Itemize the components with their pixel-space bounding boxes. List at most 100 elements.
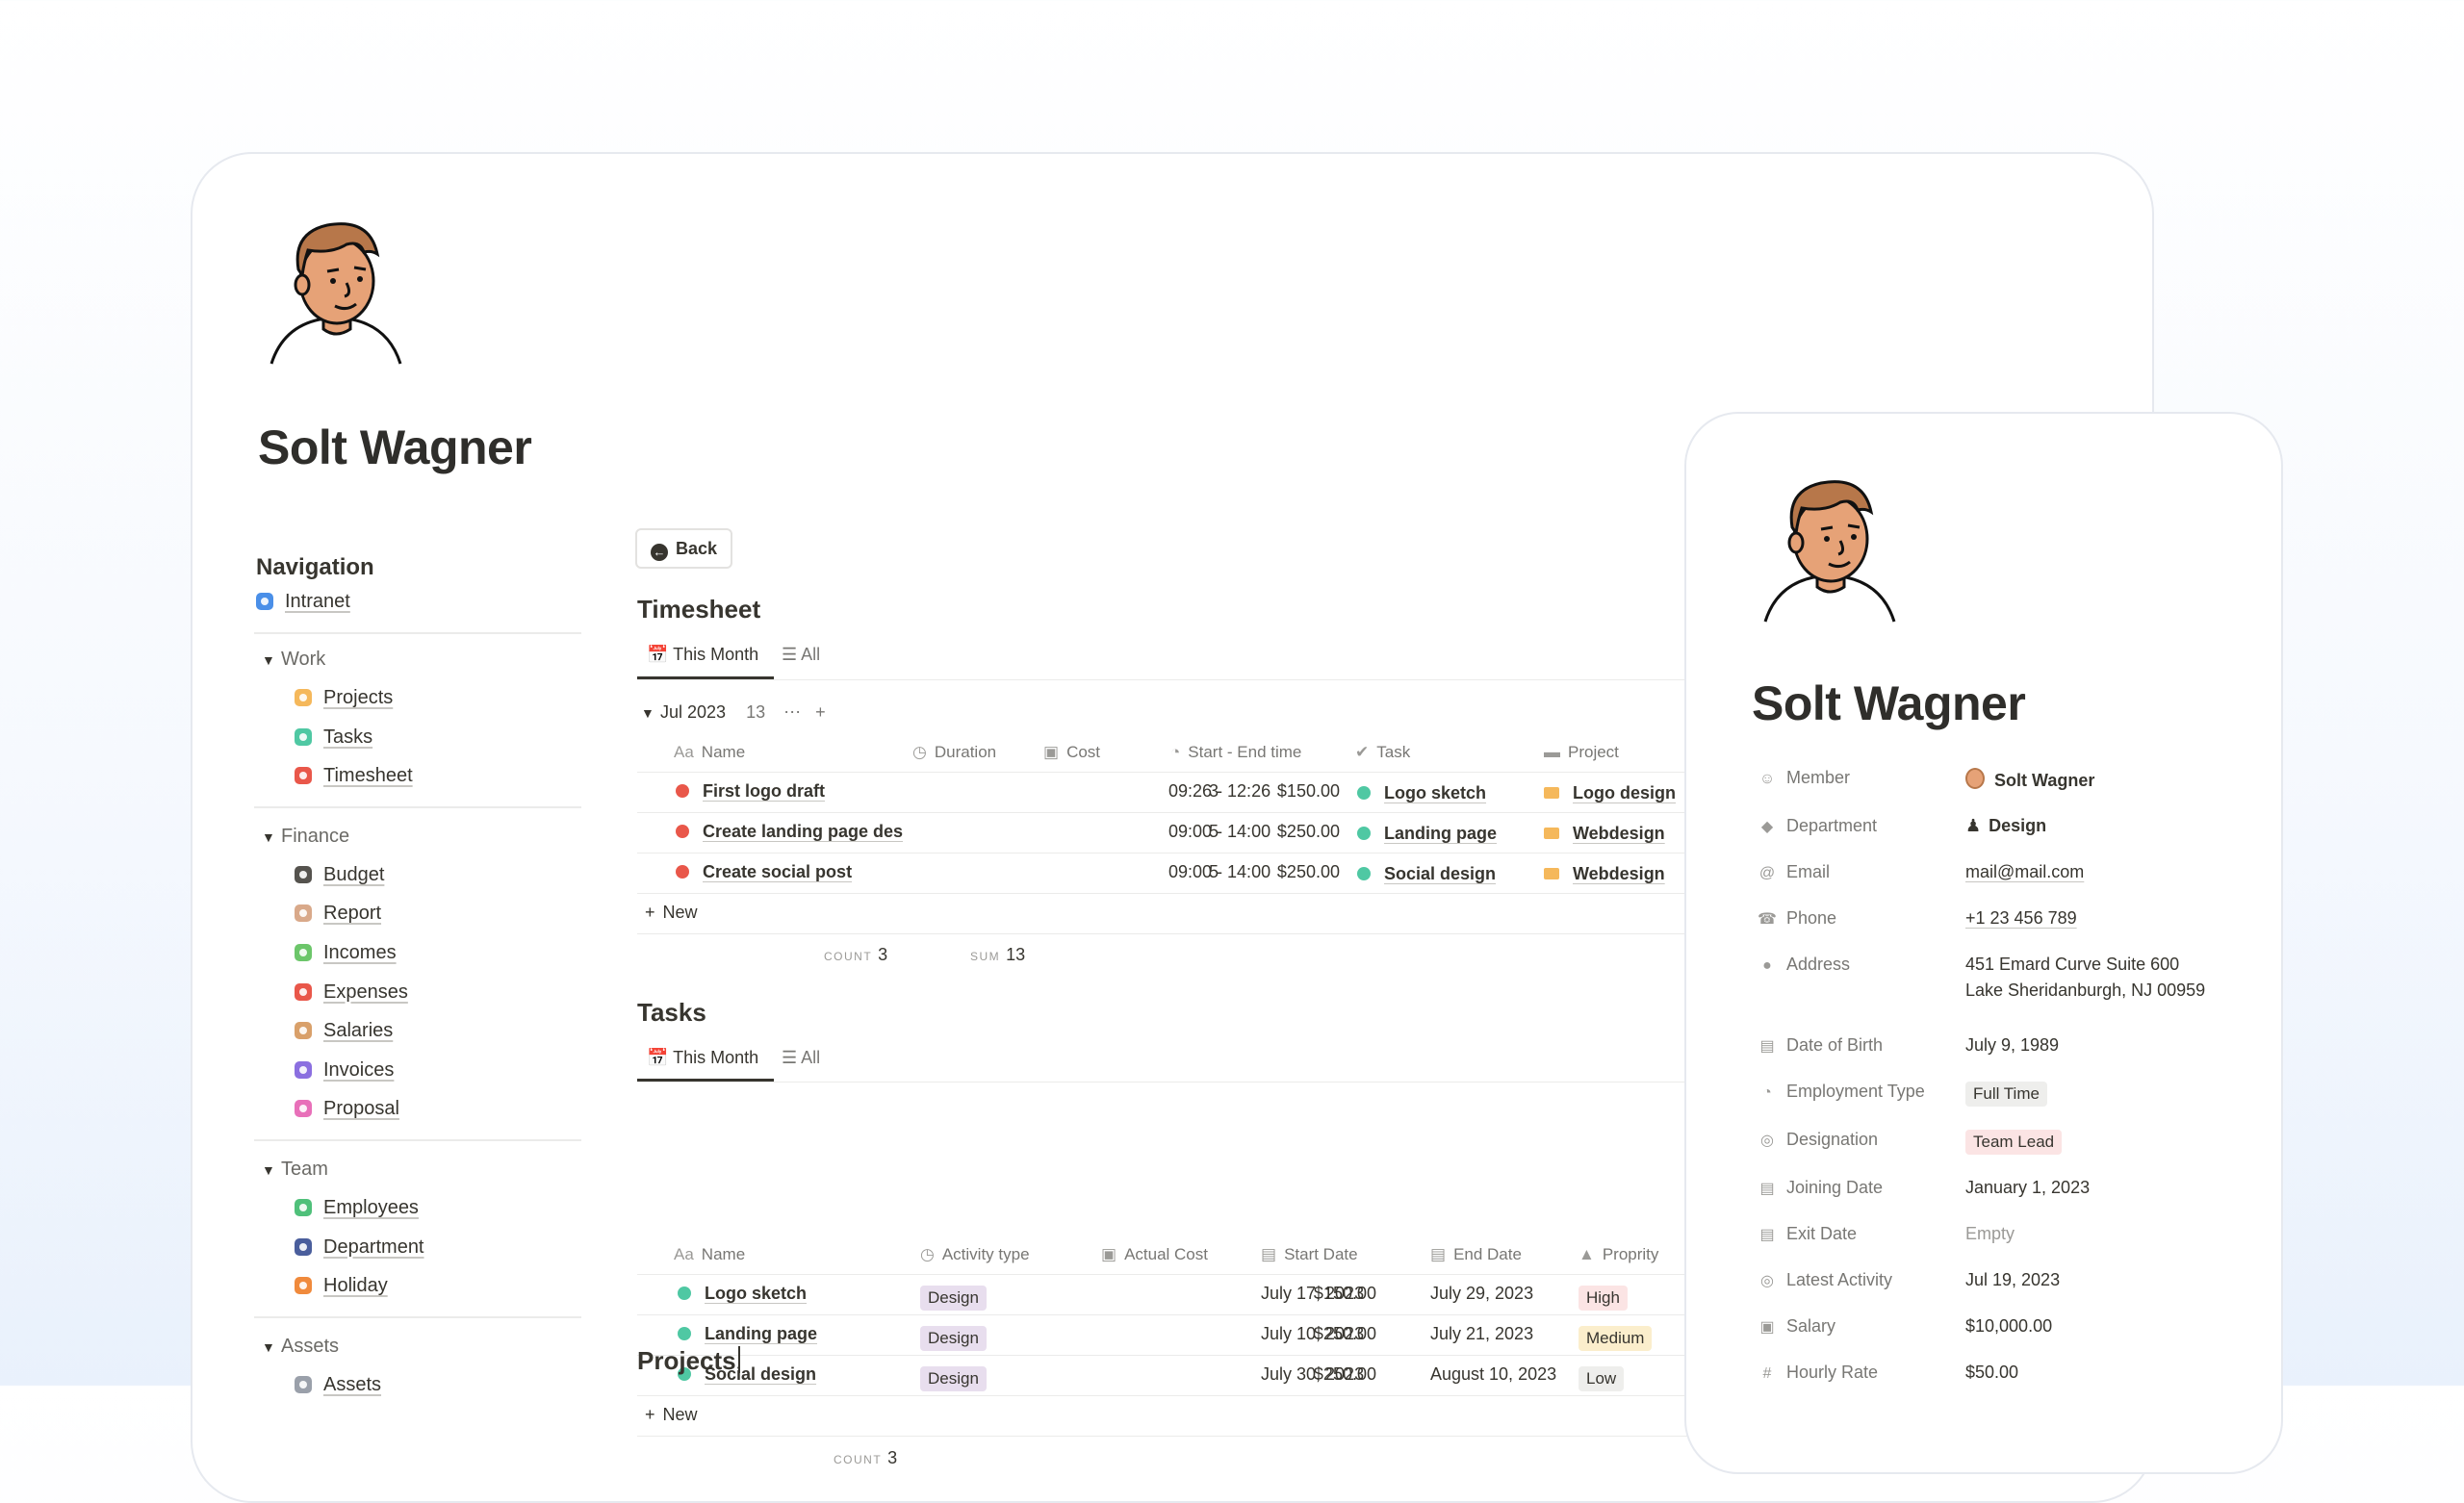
avatar-icon — [1965, 768, 1985, 789]
timesheet-group-toggle[interactable]: ▼ Jul 2023 13 ⋯ + — [641, 702, 826, 723]
tasks-tab-all[interactable]: ☰ All — [782, 1048, 820, 1068]
nav-group-assets[interactable]: ▼ Assets — [262, 1336, 339, 1358]
prop-label: ◔ Employment Type — [1758, 1082, 1925, 1102]
prop-value[interactable]: +1 23 456 789 — [1965, 908, 2077, 929]
nav-item-timesheet[interactable]: Timesheet — [295, 765, 413, 787]
timesheet-icon — [676, 784, 689, 798]
add-icon[interactable]: + — [815, 702, 826, 722]
nav-item-employees[interactable]: Employees — [295, 1197, 419, 1219]
page-title: Solt Wagner — [258, 420, 532, 474]
member-icon: ☺ — [1758, 771, 1776, 787]
timesheet-new-button[interactable]: + New — [645, 903, 698, 923]
tasks-col-3[interactable]: ▤ Start Date — [1261, 1245, 1358, 1264]
prop-label: ▣ Salary — [1758, 1316, 1835, 1337]
prop-value[interactable]: $10,000.00 — [1965, 1316, 2052, 1337]
tasks-row-name[interactable]: Logo sketch — [678, 1284, 807, 1304]
prop-value[interactable]: Full Time — [1965, 1082, 2047, 1107]
tasks-col-5[interactable]: ▲ Proprity — [1578, 1245, 1658, 1264]
nav-group-team[interactable]: ▼ Team — [262, 1159, 328, 1181]
tasks-col-0[interactable]: Aa Name — [674, 1245, 745, 1264]
tasks-count: COUNT 3 — [834, 1448, 898, 1467]
hash-icon: # — [1762, 1365, 1772, 1382]
nav-intranet-link[interactable]: Intranet — [256, 591, 350, 613]
page-icon — [295, 1100, 312, 1118]
nav-item-budget[interactable]: Budget — [295, 864, 384, 886]
tasks-col-4[interactable]: ▤ End Date — [1430, 1245, 1522, 1264]
time-icon: ◔ — [1170, 743, 1181, 761]
tasks-row-start: July 10, 2023 — [1261, 1324, 1365, 1343]
nav-item-proposal[interactable]: Proposal — [295, 1098, 399, 1120]
prop-value[interactable]: 451 Emard Curve Suite 600 Lake Sheridanbu… — [1965, 955, 2205, 1001]
nav-item-salaries[interactable]: Salaries — [295, 1020, 393, 1042]
prop-label: ☺ Member — [1758, 768, 1851, 787]
timesheet-icon — [676, 825, 689, 838]
nav-item-incomes[interactable]: Incomes — [295, 942, 397, 964]
more-icon[interactable]: ⋯ — [783, 702, 801, 722]
timesheet-col-3[interactable]: ◔ Start - End time — [1170, 743, 1301, 762]
prop-value[interactable]: ♟ Design — [1965, 816, 2046, 836]
nav-item-expenses[interactable]: Expenses — [295, 981, 408, 1004]
timesheet-row-task[interactable]: Logo sketch — [1357, 783, 1486, 803]
timesheet-heading: Timesheet — [637, 595, 761, 624]
page-icon — [295, 865, 312, 883]
nav-item-projects[interactable]: Projects — [295, 687, 393, 709]
prop-value[interactable]: Team Lead — [1965, 1130, 2063, 1155]
timesheet-tab-this-month[interactable]: 📅 This Month — [647, 645, 758, 665]
back-button[interactable]: ← Back — [635, 528, 733, 569]
tasks-row-name[interactable]: Landing page — [678, 1324, 817, 1344]
tasks-tab-this-month[interactable]: 📅 This Month — [647, 1048, 758, 1068]
page-icon — [295, 1375, 312, 1393]
designation-icon: ◎ — [1760, 1133, 1774, 1149]
page-icon — [295, 982, 312, 1001]
timesheet-col-5[interactable]: ▬ Project — [1544, 743, 1619, 762]
timesheet-tab-all[interactable]: ☰ All — [782, 645, 820, 665]
activity-icon: ◎ — [1760, 1273, 1774, 1289]
prop-value[interactable]: July 9, 1989 — [1965, 1035, 2059, 1056]
prop-value[interactable]: Solt Wagner — [1965, 768, 2094, 791]
tasks-col-2[interactable]: ▣ Actual Cost — [1101, 1245, 1208, 1264]
tasks-new-button[interactable]: + New — [645, 1405, 698, 1425]
nav-item-holiday[interactable]: Holiday — [295, 1275, 388, 1297]
prop-label: ▤ Exit Date — [1758, 1224, 1857, 1244]
timesheet-row-task[interactable]: Social design — [1357, 864, 1496, 884]
nav-item-assets[interactable]: Assets — [295, 1374, 381, 1396]
tasks-col-1[interactable]: ◷ Activity type — [920, 1245, 1030, 1264]
prop-value[interactable]: Jul 19, 2023 — [1965, 1270, 2060, 1290]
profile-title: Solt Wagner — [1752, 676, 2026, 730]
cost-icon: ▣ — [1101, 1245, 1117, 1263]
timesheet-row-name[interactable]: Create social post — [676, 862, 852, 882]
timesheet-col-1[interactable]: ◷ Duration — [912, 743, 996, 762]
timesheet-col-0[interactable]: Aa Name — [674, 743, 745, 762]
task-icon — [1357, 867, 1371, 880]
nav-group-finance[interactable]: ▼ Finance — [262, 826, 349, 848]
prop-value[interactable]: $50.00 — [1965, 1363, 2018, 1383]
timesheet-row-project[interactable]: Webdesign — [1544, 864, 1665, 884]
nav-group-work[interactable]: ▼ Work — [262, 649, 325, 671]
timesheet-row-name[interactable]: First logo draft — [676, 781, 825, 802]
prop-value[interactable]: Empty — [1965, 1224, 2015, 1244]
timesheet-row-task[interactable]: Landing page — [1357, 824, 1497, 844]
nav-item-tasks[interactable]: Tasks — [295, 726, 372, 749]
nav-item-department[interactable]: Department — [295, 1236, 424, 1259]
nav-item-invoices[interactable]: Invoices — [295, 1059, 394, 1082]
page-icon — [295, 1277, 312, 1295]
timesheet-col-2[interactable]: ▣ Cost — [1043, 743, 1100, 762]
timesheet-row-name[interactable]: Create landing page des — [676, 822, 903, 842]
timesheet-row-project[interactable]: Webdesign — [1544, 824, 1665, 844]
money-icon: ▣ — [1759, 1319, 1775, 1336]
person-icon: ♟ — [1965, 816, 1982, 835]
cost-icon: ▣ — [1043, 743, 1060, 761]
page-icon — [295, 1060, 312, 1079]
timesheet-row-project[interactable]: Logo design — [1544, 783, 1676, 803]
prop-value[interactable]: mail@mail.com — [1965, 862, 2084, 882]
task-icon — [678, 1286, 691, 1300]
intranet-icon — [256, 593, 273, 610]
calendar-icon: 📅 — [647, 645, 669, 664]
page-icon — [295, 727, 312, 746]
tasks-row-start: July 17, 2023 — [1261, 1284, 1365, 1303]
timesheet-col-4[interactable]: ✔ Task — [1355, 743, 1410, 762]
timesheet-icon — [676, 865, 689, 879]
back-arrow-icon: ← — [651, 544, 668, 561]
nav-item-report[interactable]: Report — [295, 903, 381, 925]
prop-value[interactable]: January 1, 2023 — [1965, 1178, 2090, 1198]
